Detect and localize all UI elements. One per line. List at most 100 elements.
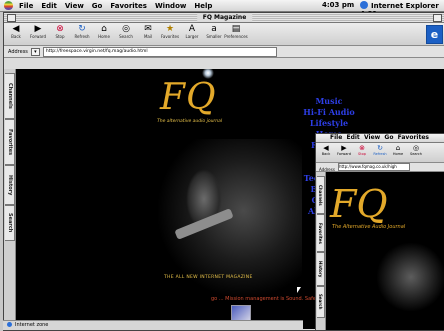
w2-tagline: The Alternative Audio Journal (332, 224, 406, 230)
address-label: Address (8, 48, 28, 55)
home-button[interactable]: ⌂ Home (92, 24, 116, 40)
refresh-button[interactable]: ↻ Refresh (70, 24, 94, 40)
forward-label: Forward (29, 34, 47, 39)
w2-refresh-label: Refresh (373, 152, 387, 156)
mouse-pointer-icon (297, 287, 301, 293)
tab-search[interactable]: Search (5, 205, 15, 241)
secondary-explorer-tabs: Channels Favorites History Search (316, 172, 326, 330)
refresh-label: Refresh (74, 34, 90, 39)
refresh-icon: ↻ (377, 144, 383, 152)
zoom-box[interactable] (433, 14, 442, 22)
fq-logo: FQ (160, 77, 217, 118)
menu-file[interactable]: File (19, 2, 33, 10)
nav-hifi-audio[interactable]: Hi-Fi Audio (299, 107, 359, 118)
forward-arrow-icon: ▶ (34, 24, 42, 34)
w2-menu-edit[interactable]: Edit (346, 134, 359, 141)
browser-window-secondary[interactable]: File Edit View Go Favorites ◀ Back ▶ Forwa… (315, 133, 444, 331)
search-icon: ◎ (122, 24, 130, 34)
back-label: Back (11, 34, 21, 39)
w2-stop-label: Stop (358, 152, 366, 156)
tab-history[interactable]: History (5, 165, 15, 205)
window-titlebar[interactable]: FQ Magazine (4, 13, 444, 23)
larger-text-icon: A (188, 24, 196, 34)
stop-label: Stop (55, 34, 65, 39)
search-label: Search (119, 34, 133, 39)
w2-stop-button[interactable]: ⊗ Stop (354, 144, 370, 157)
globe-icon (7, 322, 12, 327)
menu-edit[interactable]: Edit (41, 2, 57, 10)
w2-home-button[interactable]: ⌂ Home (390, 144, 406, 157)
menu-view[interactable]: View (65, 2, 84, 10)
smaller-label: Smaller (206, 34, 222, 39)
w2-back-label: Back (321, 152, 331, 156)
secondary-address-bar: Addresshttp://www.fqmag.co.uk/high (316, 163, 444, 172)
w2-tab-history[interactable]: History (317, 252, 325, 286)
stop-icon: ⊗ (359, 144, 365, 152)
w2-menu-view[interactable]: View (364, 134, 380, 141)
apple-menu-icon[interactable] (4, 1, 13, 10)
window-title: FQ Magazine (196, 13, 253, 22)
w2-tab-favorites[interactable]: Favorites (317, 214, 325, 252)
mail-icon: ✉ (144, 24, 152, 34)
w2-forward-button[interactable]: ▶ Forward (336, 144, 352, 157)
smaller-text-icon: a (211, 24, 217, 34)
w2-menu-file[interactable]: File (330, 134, 342, 141)
internet-explorer-logo[interactable]: e (426, 25, 443, 44)
w2-home-label: Home (392, 152, 404, 156)
preferences-label: Preferences (224, 34, 248, 39)
mail-button[interactable]: ✉ Mail (136, 24, 160, 40)
menu-go[interactable]: Go (92, 2, 103, 10)
preferences-button[interactable]: ▤ Preferences (224, 24, 248, 40)
w2-fq-logo: FQ (330, 182, 388, 226)
address-input[interactable]: http://freespace.virgin.net/fq.mag/audio… (42, 46, 277, 57)
nav-music[interactable]: Music (299, 96, 359, 107)
w2-menu-favorites[interactable]: Favorites (398, 134, 429, 141)
trumpet-player-photo (376, 242, 444, 312)
menu-help[interactable]: Help (194, 2, 212, 10)
address-history-dropdown[interactable]: ▾ (30, 47, 40, 56)
secondary-toolbar: ◀ Back ▶ Forward ⊗ Stop ↻ Refresh ⌂ Home ◎ Sea… (316, 143, 444, 163)
w2-address-input[interactable]: http://www.fqmag.co.uk/high (337, 163, 410, 171)
w2-refresh-button[interactable]: ↻ Refresh (372, 144, 388, 157)
home-icon: ⌂ (395, 144, 401, 152)
menubar-clock: 4:03 pm (322, 1, 355, 9)
browser-toolbar: ◀ Back ▶ Forward ⊗ Stop ↻ Refresh ⌂ Home ◎ Sea… (4, 23, 444, 46)
w2-menu-go[interactable]: Go (384, 134, 393, 141)
page-tagline: The alternative audio journal (157, 119, 223, 124)
menu-favorites[interactable]: Favorites (110, 2, 147, 10)
status-text: Internet zone (15, 322, 49, 328)
tab-favorites[interactable]: Favorites (5, 119, 15, 165)
w2-search-button[interactable]: ◎ Search (408, 144, 424, 157)
menu-window[interactable]: Window (155, 2, 186, 10)
w2-tab-channels[interactable]: Channels (317, 176, 325, 214)
mail-label: Mail (143, 34, 153, 39)
internet-explorer-icon (360, 1, 368, 9)
favorites-button[interactable]: ★ Favorites (158, 24, 182, 40)
stop-button[interactable]: ⊗ Stop (48, 24, 72, 40)
explorer-bar-tabs: Channels Favorites History Search (4, 69, 16, 329)
secondary-menubar: File Edit View Go Favorites (316, 134, 444, 143)
w2-search-label: Search (409, 152, 423, 156)
back-button[interactable]: ◀ Back (4, 24, 28, 40)
address-bar: Address ▾ http://freespace.virgin.net/fq… (4, 46, 444, 58)
forward-arrow-icon: ▶ (341, 144, 347, 152)
nav-lifestyle[interactable]: Lifestyle (299, 118, 359, 129)
secondary-page-content: FQ The Alternative Audio Journal (326, 172, 444, 330)
larger-text-button[interactable]: A Larger (180, 24, 204, 40)
favorites-label: Favorites (160, 34, 180, 39)
scrolling-marquee: go ... Mission management is Sound. Safe (211, 296, 316, 302)
search-button[interactable]: ◎ Search (114, 24, 138, 40)
w2-back-button[interactable]: ◀ Back (318, 144, 334, 157)
smaller-text-button[interactable]: a Smaller (202, 24, 226, 40)
forward-button[interactable]: ▶ Forward (26, 24, 50, 40)
w2-tab-search[interactable]: Search (317, 286, 325, 318)
magazine-slogan: THE ALL NEW INTERNET MAGAZINE (164, 275, 253, 280)
back-arrow-icon: ◀ (323, 144, 329, 152)
back-arrow-icon: ◀ (12, 24, 20, 34)
favorites-icon: ★ (165, 24, 175, 34)
tab-channels[interactable]: Channels (5, 73, 15, 119)
close-box[interactable] (7, 14, 16, 22)
home-icon: ⌂ (101, 24, 107, 34)
search-icon: ◎ (412, 144, 420, 152)
mac-menubar: File Edit View Go Favorites Window Help … (0, 0, 444, 18)
